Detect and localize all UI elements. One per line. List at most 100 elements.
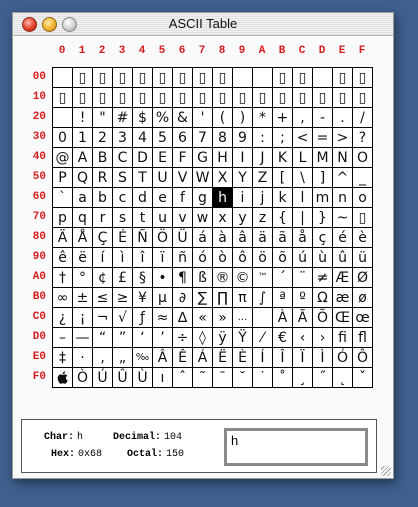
char-cell[interactable]: ö <box>253 248 273 268</box>
char-cell[interactable]: < <box>293 128 313 148</box>
char-cell[interactable]: # <box>113 108 133 128</box>
char-cell[interactable]: é <box>333 228 353 248</box>
char-cell[interactable]: ) <box>233 108 253 128</box>
char-cell[interactable]: N <box>333 148 353 168</box>
char-cell[interactable]: 6 <box>173 128 193 148</box>
char-cell[interactable]: ∞ <box>53 288 73 308</box>
char-cell[interactable]: 9 <box>233 128 253 148</box>
char-cell[interactable]: ▯ <box>193 68 213 88</box>
char-cell[interactable]: Á <box>193 348 213 368</box>
char-cell[interactable]: ∂ <box>173 288 193 308</box>
char-cell[interactable]: è <box>353 228 373 248</box>
char-cell[interactable]: @ <box>53 148 73 168</box>
char-cell[interactable]: A <box>73 148 93 168</box>
char-cell[interactable] <box>253 68 273 88</box>
char-cell[interactable]: ™ <box>253 268 273 288</box>
char-cell[interactable]: M <box>313 148 333 168</box>
char-cell[interactable]: ‘ <box>133 328 153 348</box>
char-cell[interactable]: ; <box>273 128 293 148</box>
char-cell[interactable]: ò <box>213 248 233 268</box>
char-cell[interactable]: â <box>233 228 253 248</box>
char-cell[interactable]: ▯ <box>73 68 93 88</box>
char-cell[interactable]: ƒ <box>133 308 153 328</box>
char-cell[interactable]: , <box>293 108 313 128</box>
char-cell[interactable]: z <box>253 208 273 228</box>
char-cell[interactable]: L <box>293 148 313 168</box>
char-cell[interactable]: I <box>233 148 253 168</box>
char-cell[interactable]: É <box>113 228 133 248</box>
char-cell[interactable]: . <box>333 108 353 128</box>
char-cell[interactable]: Ì <box>313 348 333 368</box>
char-cell[interactable]: > <box>333 128 353 148</box>
char-cell[interactable]: 2 <box>93 128 113 148</box>
char-cell[interactable]: Û <box>113 368 133 388</box>
char-cell[interactable]: V <box>173 168 193 188</box>
char-cell[interactable] <box>233 68 253 88</box>
char-cell[interactable]: J <box>253 148 273 168</box>
char-cell[interactable]: Z <box>253 168 273 188</box>
char-cell[interactable]: _ <box>353 168 373 188</box>
char-cell[interactable]: ▯ <box>213 68 233 88</box>
char-cell[interactable]: i <box>233 188 253 208</box>
char-cell[interactable]: § <box>133 268 153 288</box>
char-cell[interactable] <box>313 68 333 88</box>
char-cell[interactable]: r <box>93 208 113 228</box>
char-cell[interactable]: ¥ <box>133 288 153 308</box>
char-cell[interactable]: ` <box>53 188 73 208</box>
char-cell[interactable]: ≥ <box>113 288 133 308</box>
char-cell[interactable]: B <box>93 148 113 168</box>
char-cell[interactable]: ▯ <box>293 88 313 108</box>
char-cell[interactable]: O <box>353 148 373 168</box>
char-cell[interactable]: ü <box>353 248 373 268</box>
char-cell[interactable]: & <box>173 108 193 128</box>
char-cell[interactable]: Ô <box>353 348 373 368</box>
char-cell[interactable]: 0 <box>53 128 73 148</box>
char-cell[interactable]: X <box>213 168 233 188</box>
char-cell[interactable]: º <box>293 288 313 308</box>
char-cell[interactable]: ^ <box>333 168 353 188</box>
char-cell[interactable]: Œ <box>333 308 353 328</box>
char-cell[interactable]: ▯ <box>193 88 213 108</box>
char-cell[interactable]: å <box>293 228 313 248</box>
char-cell[interactable]: √ <box>113 308 133 328</box>
char-cell[interactable]: ∑ <box>193 288 213 308</box>
char-cell[interactable]: ˘ <box>233 368 253 388</box>
char-cell[interactable]: | <box>293 208 313 228</box>
char-cell[interactable]: ã <box>273 228 293 248</box>
char-cell[interactable]: ] <box>313 168 333 188</box>
char-cell[interactable]: „ <box>113 348 133 368</box>
char-cell[interactable]: 4 <box>133 128 153 148</box>
char-cell[interactable]: ï <box>153 248 173 268</box>
char-cell[interactable]: ▯ <box>93 68 113 88</box>
char-cell[interactable]: ▯ <box>113 68 133 88</box>
char-cell[interactable]: ê <box>53 248 73 268</box>
char-cell[interactable]: % <box>153 108 173 128</box>
char-cell[interactable]: Ï <box>293 348 313 368</box>
char-cell[interactable]: W <box>193 168 213 188</box>
char-cell[interactable]: ▯ <box>213 88 233 108</box>
char-cell[interactable]: Ã <box>293 308 313 328</box>
char-cell[interactable] <box>53 68 73 88</box>
char-cell[interactable]: ▯ <box>233 88 253 108</box>
char-cell[interactable]: b <box>93 188 113 208</box>
char-cell[interactable]: “ <box>93 328 113 348</box>
char-cell[interactable]: ı <box>153 368 173 388</box>
char-cell[interactable]: t <box>133 208 153 228</box>
char-cell[interactable]: Ω <box>313 288 333 308</box>
char-cell[interactable]: © <box>233 268 253 288</box>
character-preview-field[interactable]: h <box>224 428 368 466</box>
char-cell[interactable]: Ê <box>173 348 193 368</box>
char-cell[interactable]: ' <box>193 108 213 128</box>
char-cell[interactable]: ▯ <box>313 88 333 108</box>
char-cell[interactable]: " <box>93 108 113 128</box>
char-cell[interactable]: Ö <box>153 228 173 248</box>
char-cell[interactable]: ▯ <box>173 88 193 108</box>
title-bar[interactable]: ASCII Table <box>13 13 393 36</box>
char-cell[interactable]: Ø <box>353 268 373 288</box>
char-cell[interactable]: } <box>313 208 333 228</box>
char-cell[interactable]: ‹ <box>293 328 313 348</box>
char-cell[interactable]: ß <box>193 268 213 288</box>
char-cell[interactable]: Ó <box>333 348 353 368</box>
char-cell[interactable]: l <box>293 188 313 208</box>
char-cell[interactable]: E <box>153 148 173 168</box>
